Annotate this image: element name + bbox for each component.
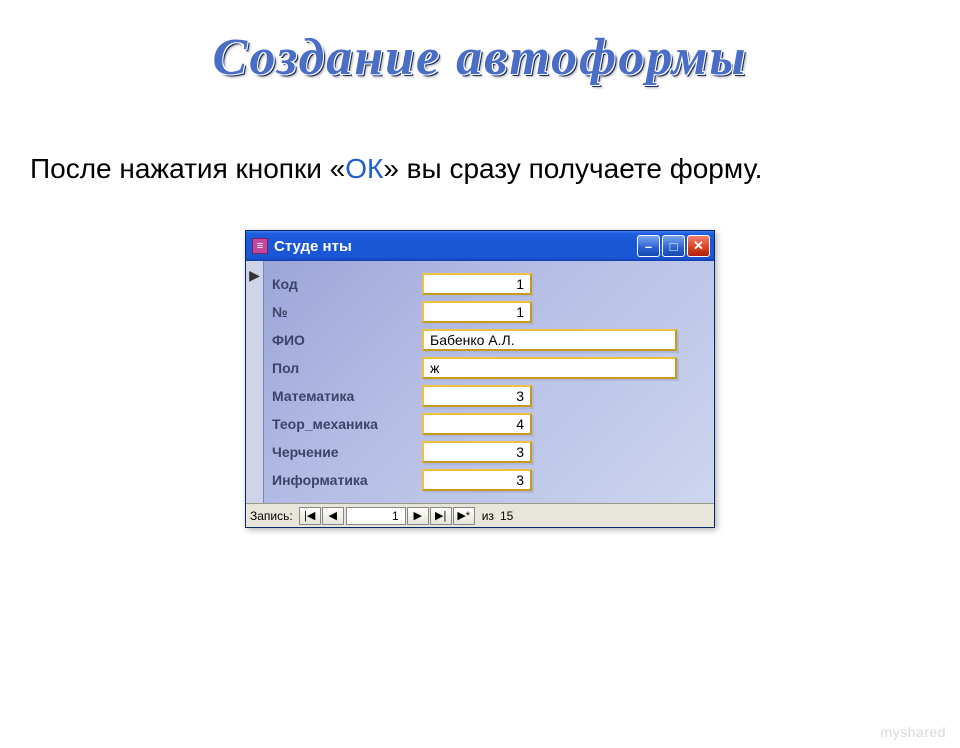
form-icon: ≡: [252, 238, 268, 254]
field-row: № 1: [272, 301, 702, 323]
window-title: Студе нты: [274, 238, 637, 255]
body-before: После нажатия кнопки «: [30, 153, 345, 184]
slide-title: Создание автоформы: [0, 28, 960, 87]
record-nav-bar: Запись: |◀ ◀ 1 ▶ ▶| ▶* из 15: [246, 503, 714, 527]
field-input-inf[interactable]: 3: [422, 469, 532, 491]
nav-current-record[interactable]: 1: [346, 507, 406, 525]
nav-first-button[interactable]: |◀: [299, 507, 321, 525]
access-form-window: ≡ Студе нты – □ ✕ ▶ Код 1 № 1 ФИО Бабенк…: [245, 230, 715, 528]
field-label-no: №: [272, 304, 422, 320]
nav-next-button[interactable]: ▶: [407, 507, 429, 525]
field-row: Теор_механика 4: [272, 413, 702, 435]
field-input-draw[interactable]: 3: [422, 441, 532, 463]
field-input-kod[interactable]: 1: [422, 273, 532, 295]
watermark: myshared: [881, 724, 946, 740]
ok-highlight: ОК: [345, 153, 383, 184]
field-label-draw: Черчение: [272, 444, 422, 460]
record-selector[interactable]: ▶: [246, 261, 264, 503]
field-label-math: Математика: [272, 388, 422, 404]
field-input-no[interactable]: 1: [422, 301, 532, 323]
nav-new-button[interactable]: ▶*: [453, 507, 475, 525]
field-label-inf: Информатика: [272, 472, 422, 488]
field-row: Черчение 3: [272, 441, 702, 463]
body-after: » вы сразу получаете форму.: [383, 153, 762, 184]
nav-last-button[interactable]: ▶|: [430, 507, 452, 525]
field-label-mech: Теор_механика: [272, 416, 422, 432]
field-label-kod: Код: [272, 276, 422, 292]
field-row: Математика 3: [272, 385, 702, 407]
titlebar[interactable]: ≡ Студе нты – □ ✕: [246, 231, 714, 261]
nav-prev-button[interactable]: ◀: [322, 507, 344, 525]
form-body: ▶ Код 1 № 1 ФИО Бабенко А.Л. Пол ж Матем…: [246, 261, 714, 503]
field-label-pol: Пол: [272, 360, 422, 376]
nav-of-label: из: [482, 509, 494, 523]
maximize-button[interactable]: □: [662, 235, 685, 257]
body-text: После нажатия кнопки «ОК» вы сразу получ…: [30, 147, 930, 190]
nav-total-records: 15: [500, 509, 513, 523]
field-row: Код 1: [272, 273, 702, 295]
fields-area: Код 1 № 1 ФИО Бабенко А.Л. Пол ж Математ…: [264, 261, 714, 503]
close-button[interactable]: ✕: [687, 235, 710, 257]
field-row: Пол ж: [272, 357, 702, 379]
field-input-pol[interactable]: ж: [422, 357, 677, 379]
nav-label: Запись:: [250, 509, 293, 523]
field-row: ФИО Бабенко А.Л.: [272, 329, 702, 351]
field-row: Информатика 3: [272, 469, 702, 491]
field-input-fio[interactable]: Бабенко А.Л.: [422, 329, 677, 351]
minimize-button[interactable]: –: [637, 235, 660, 257]
field-input-mech[interactable]: 4: [422, 413, 532, 435]
field-input-math[interactable]: 3: [422, 385, 532, 407]
field-label-fio: ФИО: [272, 332, 422, 348]
